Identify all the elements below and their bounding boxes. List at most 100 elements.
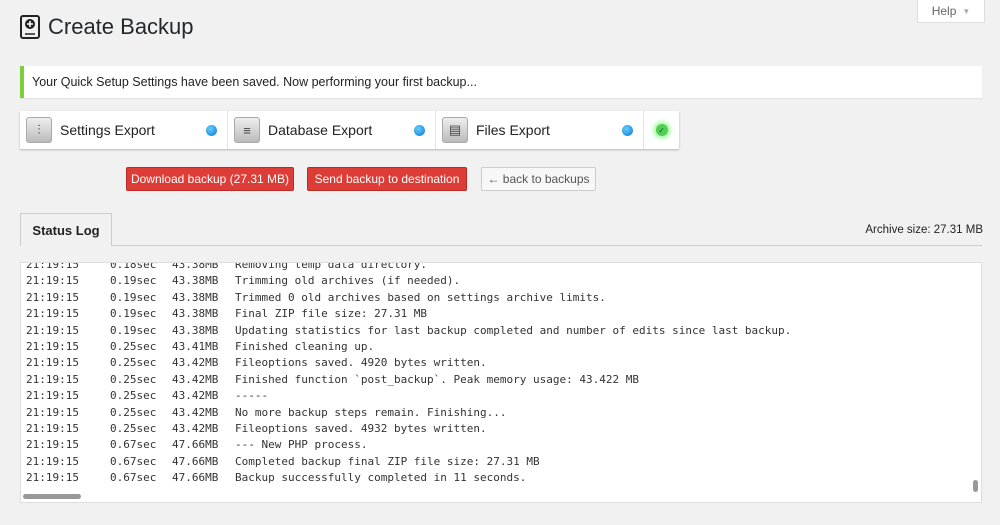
- archive-size: Archive size: 27.31 MB: [865, 224, 983, 236]
- log-memory: 43.42MB: [172, 389, 219, 403]
- back-to-backups-button[interactable]: ← back to backups: [481, 167, 596, 191]
- status-log[interactable]: 21:19:15 0.18sec 43.38MB Removing temp data…: [20, 262, 982, 503]
- step-files-export: ▤ Files Export: [436, 111, 644, 149]
- log-message: No more backup steps remain. Finishing..…: [235, 405, 507, 419]
- log-time: 21:19:15: [26, 454, 79, 468]
- archive-size-label: Archive size:: [865, 224, 931, 236]
- log-message: Finished cleaning up.: [235, 339, 375, 353]
- log-elapsed: 0.25sec: [110, 389, 157, 403]
- log-time: 21:19:15: [26, 274, 79, 288]
- log-row: 21:19:15 0.67sec 47.66MB Completed backup f…: [26, 454, 791, 470]
- log-memory: 43.38MB: [172, 290, 219, 304]
- log-elapsed: 0.25sec: [110, 356, 157, 370]
- log-row: 21:19:15 0.19sec 43.38MB Updating statistic…: [26, 323, 791, 339]
- log-memory: 43.42MB: [172, 421, 219, 435]
- log-elapsed: 0.19sec: [110, 290, 157, 304]
- log-elapsed: 0.25sec: [110, 421, 157, 435]
- log-message: Finished function `post_backup`. Peak me…: [235, 372, 639, 386]
- log-memory: 47.66MB: [172, 438, 219, 452]
- log-message: Updating statistics for last backup comp…: [235, 323, 792, 337]
- log-memory: 43.38MB: [172, 307, 219, 321]
- status-dot-icon: [622, 124, 633, 136]
- log-row: 21:19:15 0.25sec 43.42MB Finished function …: [26, 372, 791, 388]
- status-dot-icon: [414, 124, 425, 136]
- log-memory: 47.66MB: [172, 454, 219, 468]
- page-title: Create Backup: [48, 14, 194, 39]
- log-message: Trimmed 0 old archives based on settings…: [235, 290, 606, 304]
- log-row: 21:19:15 0.19sec 43.38MB Final ZIP file siz…: [26, 306, 791, 322]
- log-message: Completed backup final ZIP file size: 27…: [235, 454, 540, 468]
- log-time: 21:19:15: [26, 307, 79, 321]
- log-message: Backup successfully completed in 11 seco…: [235, 471, 527, 485]
- log-message: --- New PHP process.: [235, 438, 368, 452]
- triangle-down-icon: ▼: [962, 6, 971, 16]
- log-row: 21:19:15 0.25sec 43.42MB Fileoptions saved.…: [26, 421, 791, 437]
- horizontal-scrollbar[interactable]: [23, 494, 81, 499]
- step-label: Files Export: [476, 122, 550, 138]
- log-memory: 43.38MB: [172, 262, 219, 271]
- step-complete: ✓: [644, 111, 679, 149]
- backup-steps: ⫶ Settings Export ≡ Database Export ▤ Files…: [20, 111, 679, 149]
- status-dot-icon: [206, 124, 217, 136]
- log-memory: 47.66MB: [172, 471, 219, 485]
- success-notice: Your Quick Setup Settings have been save…: [20, 66, 982, 98]
- download-backup-button[interactable]: Download backup (27.31 MB): [126, 167, 294, 191]
- log-message: Trimming old archives (if needed).: [235, 274, 461, 288]
- sliders-icon: ⫶: [26, 117, 52, 143]
- log-elapsed: 0.67sec: [110, 438, 157, 452]
- log-elapsed: 0.18sec: [110, 262, 157, 271]
- help-label: Help: [931, 4, 957, 18]
- step-label: Settings Export: [60, 122, 155, 138]
- tab-divider: [20, 245, 982, 246]
- log-memory: 43.42MB: [172, 405, 219, 419]
- log-memory: 43.42MB: [172, 372, 219, 386]
- step-database-export: ≡ Database Export: [228, 111, 436, 149]
- log-time: 21:19:15: [26, 389, 79, 403]
- help-tab[interactable]: Help ▼: [917, 0, 985, 23]
- log-time: 21:19:15: [26, 356, 79, 370]
- log-time: 21:19:15: [26, 438, 79, 452]
- log-row: 21:19:15 0.19sec 43.38MB Trimmed 0 old arch…: [26, 290, 791, 306]
- log-memory: 43.41MB: [172, 339, 219, 353]
- log-message: Removing temp data directory.: [235, 262, 428, 271]
- log-message: Final ZIP file size: 27.31 MB: [235, 307, 428, 321]
- log-row: 21:19:15 0.19sec 43.38MB Trimming old archi…: [26, 273, 791, 289]
- log-elapsed: 0.67sec: [110, 454, 157, 468]
- log-time: 21:19:15: [26, 471, 79, 485]
- page-header: Create Backup: [20, 14, 194, 40]
- log-time: 21:19:15: [26, 421, 79, 435]
- log-time: 21:19:15: [26, 262, 79, 271]
- log-row: 21:19:15 0.25sec 43.42MB -----: [26, 388, 791, 404]
- archive-size-value: 27.31 MB: [933, 224, 983, 236]
- log-row: 21:19:15 0.25sec 43.41MB Finished cleaning …: [26, 339, 791, 355]
- notice-text: Your Quick Setup Settings have been save…: [32, 75, 477, 89]
- log-row: 21:19:15 0.25sec 43.42MB Fileoptions saved.…: [26, 355, 791, 371]
- log-elapsed: 0.19sec: [110, 274, 157, 288]
- log-time: 21:19:15: [26, 372, 79, 386]
- tab-status-log[interactable]: Status Log: [20, 213, 112, 246]
- log-message: Fileoptions saved. 4932 bytes written.: [235, 421, 487, 435]
- step-label: Database Export: [268, 122, 373, 138]
- log-time: 21:19:15: [26, 339, 79, 353]
- vertical-scrollbar[interactable]: [973, 480, 978, 492]
- log-row: 21:19:15 0.25sec 43.42MB No more backup ste…: [26, 405, 791, 421]
- files-icon: ▤: [442, 117, 468, 143]
- log-memory: 43.38MB: [172, 274, 219, 288]
- backup-drive-icon: [20, 15, 40, 39]
- database-icon: ≡: [234, 117, 260, 143]
- log-elapsed: 0.19sec: [110, 307, 157, 321]
- log-elapsed: 0.25sec: [110, 372, 157, 386]
- log-message: Fileoptions saved. 4920 bytes written.: [235, 356, 487, 370]
- log-elapsed: 0.25sec: [110, 405, 157, 419]
- log-elapsed: 0.19sec: [110, 323, 157, 337]
- log-row: 21:19:15 0.18sec 43.38MB Removing temp data…: [26, 262, 791, 273]
- log-elapsed: 0.67sec: [110, 471, 157, 485]
- send-backup-button[interactable]: Send backup to destination: [307, 167, 467, 191]
- log-time: 21:19:15: [26, 405, 79, 419]
- step-settings-export: ⫶ Settings Export: [20, 111, 228, 149]
- log-elapsed: 0.25sec: [110, 339, 157, 353]
- log-row: 21:19:15 0.67sec 47.66MB Backup successfull…: [26, 470, 791, 486]
- log-row: 21:19:15 0.67sec 47.66MB --- New PHP proces…: [26, 437, 791, 453]
- log-time: 21:19:15: [26, 323, 79, 337]
- log-time: 21:19:15: [26, 290, 79, 304]
